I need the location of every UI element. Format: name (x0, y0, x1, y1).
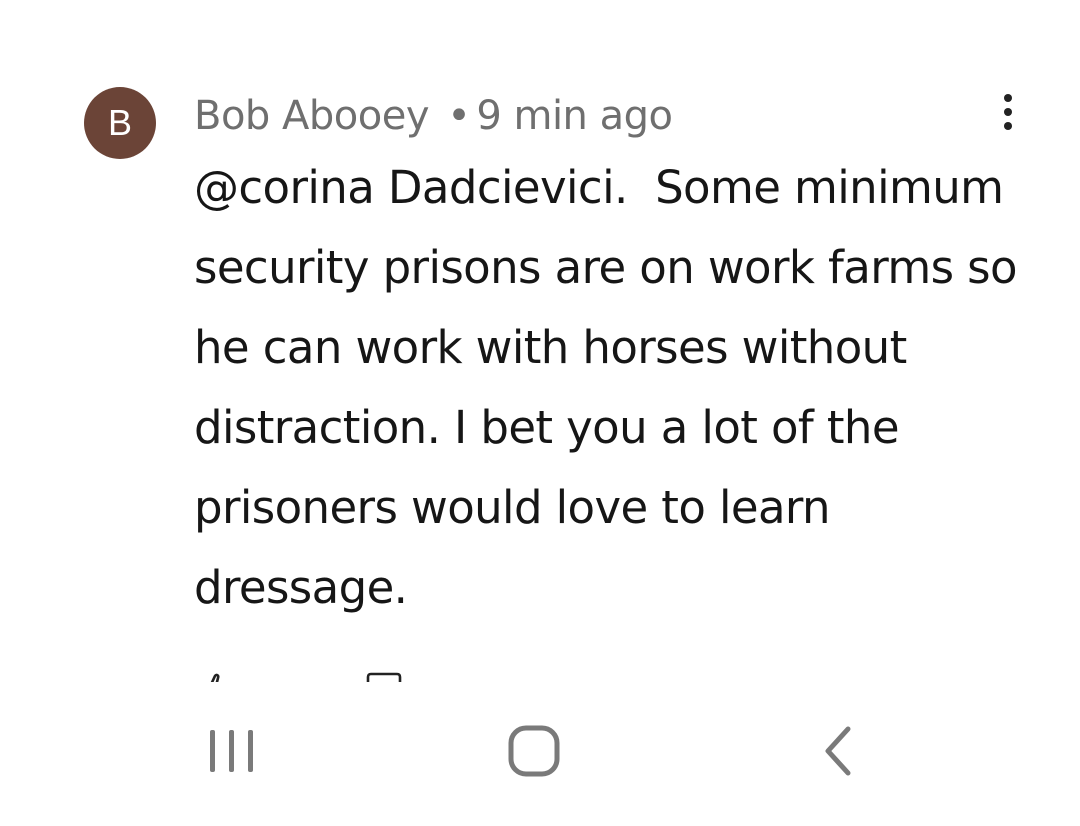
reply-icon[interactable] (366, 672, 402, 682)
author-name[interactable]: Bob Abooey (194, 93, 430, 139)
comment-actions (194, 672, 494, 682)
comment-text: @corina Dadcievici. Some minimum securit… (194, 161, 1031, 614)
comment-time: 9 min ago (476, 93, 673, 139)
home-icon[interactable] (494, 716, 574, 786)
thumb-up-icon[interactable] (204, 672, 224, 682)
navigation-bar (0, 682, 1080, 826)
meta-separator: • (447, 93, 471, 139)
comment-meta: Bob Abooey • 9 min ago (194, 92, 673, 140)
avatar[interactable]: B (84, 87, 156, 159)
back-icon[interactable] (796, 716, 876, 786)
more-options-button[interactable] (988, 88, 1028, 136)
recent-apps-icon[interactable] (192, 716, 272, 786)
comment-item: B Bob Abooey • 9 min ago @corina Dadcievi… (0, 0, 1080, 682)
